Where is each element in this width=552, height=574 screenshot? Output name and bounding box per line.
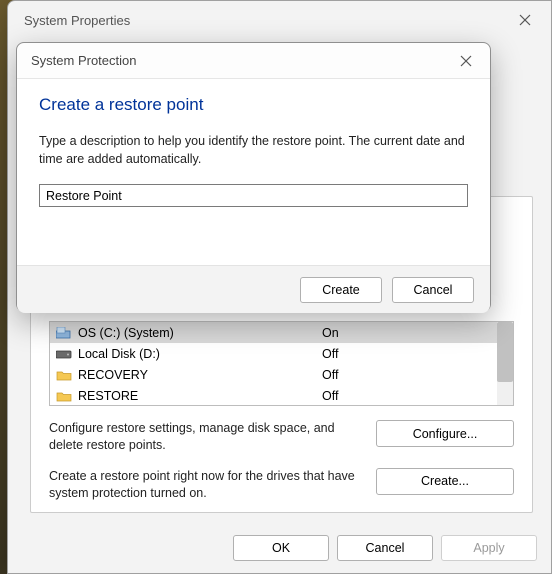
configure-description: Configure restore settings, manage disk …	[49, 420, 362, 454]
close-icon	[460, 55, 472, 67]
folder-icon	[56, 389, 72, 403]
outer-close-button[interactable]	[505, 5, 545, 35]
drive-list-scrollbar[interactable]	[497, 322, 513, 405]
modal-cancel-button[interactable]: Cancel	[392, 277, 474, 303]
modal-description: Type a description to help you identify …	[39, 133, 468, 168]
drive-list[interactable]: OS (C:) (System)OnLocal Disk (D:)OffRECO…	[49, 321, 514, 406]
drive-status: On	[322, 326, 497, 340]
ok-button[interactable]: OK	[233, 535, 329, 561]
drive-os-icon	[56, 326, 72, 340]
create-description: Create a restore point right now for the…	[49, 468, 362, 502]
drive-status: Off	[322, 389, 497, 403]
outer-titlebar: System Properties	[8, 1, 551, 39]
outer-title: System Properties	[24, 13, 130, 28]
drive-row[interactable]: RESTOREOff	[50, 385, 497, 406]
apply-button: Apply	[441, 535, 537, 561]
modal-create-button[interactable]: Create	[300, 277, 382, 303]
close-icon	[519, 14, 531, 26]
modal-titlebar: System Protection	[17, 43, 490, 79]
drive-name: OS (C:) (System)	[78, 326, 322, 340]
configure-button[interactable]: Configure...	[376, 420, 514, 447]
drive-row[interactable]: RECOVERYOff	[50, 364, 497, 385]
modal-heading: Create a restore point	[39, 95, 468, 115]
cancel-button[interactable]: Cancel	[337, 535, 433, 561]
drive-hdd-icon	[56, 347, 72, 361]
scrollbar-thumb[interactable]	[497, 322, 513, 382]
modal-close-button[interactable]	[446, 46, 486, 76]
create-restore-point-button[interactable]: Create...	[376, 468, 514, 495]
drive-row[interactable]: Local Disk (D:)Off	[50, 343, 497, 364]
drive-name: RESTORE	[78, 389, 322, 403]
drive-name: RECOVERY	[78, 368, 322, 382]
outer-button-bar: OK Cancel Apply	[8, 523, 551, 573]
drive-row[interactable]: OS (C:) (System)On	[50, 322, 497, 343]
restore-point-name-input[interactable]	[39, 184, 468, 207]
drive-status: Off	[322, 347, 497, 361]
drive-name: Local Disk (D:)	[78, 347, 322, 361]
drive-status: Off	[322, 368, 497, 382]
modal-button-bar: Create Cancel	[17, 265, 490, 313]
create-restore-point-dialog: System Protection Create a restore point…	[16, 42, 491, 312]
modal-body: Create a restore point Type a descriptio…	[17, 79, 490, 265]
folder-icon	[56, 368, 72, 382]
modal-title: System Protection	[31, 53, 137, 68]
